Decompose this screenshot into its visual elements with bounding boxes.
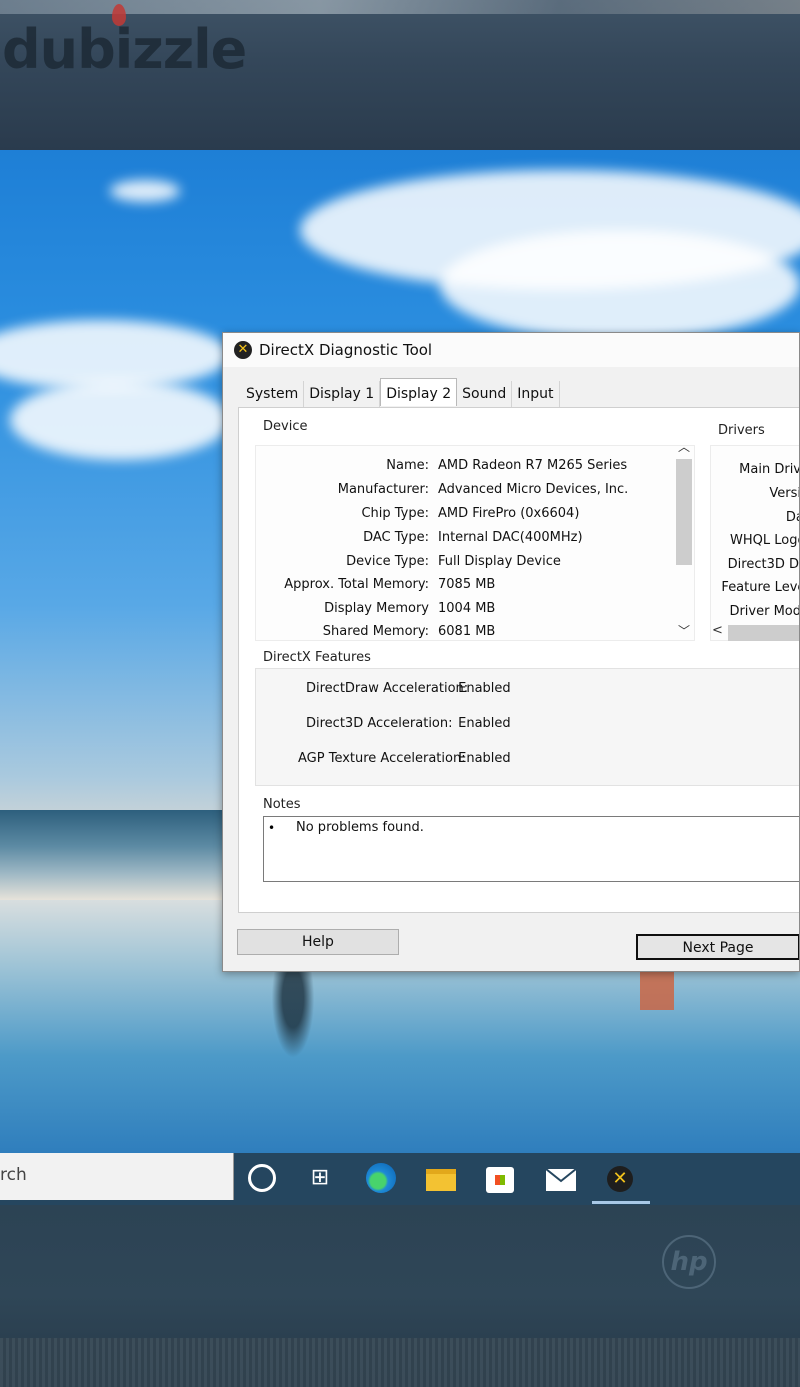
device-key: DAC Type:: [363, 530, 429, 545]
device-value: 7085 MB: [438, 577, 496, 592]
device-row: Name: AMD Radeon R7 M265 Series: [256, 458, 696, 476]
cloud: [110, 180, 180, 202]
scroll-left-icon[interactable]: <: [712, 623, 723, 638]
feature-value: Enabled: [458, 716, 511, 731]
driver-key: Dat: [785, 510, 799, 525]
device-key: Approx. Total Memory:: [284, 577, 429, 592]
device-group-label: Device: [263, 419, 308, 434]
tab-display-1[interactable]: Display 1: [304, 381, 381, 407]
device-value: Advanced Micro Devices, Inc.: [438, 482, 629, 497]
device-key: Shared Memory:: [322, 624, 429, 639]
cloud: [10, 380, 230, 460]
device-value: Full Display Device: [438, 554, 561, 569]
keyboard-edge: [0, 1338, 800, 1387]
feature-row: DirectDraw Acceleration: Enabled: [306, 681, 511, 696]
driver-key: Main Drive: [739, 462, 799, 477]
directx-diagnostic-window: ✕ DirectX Diagnostic Tool System Display…: [222, 332, 800, 972]
device-key: Display Memory: [324, 601, 429, 616]
device-value: Internal DAC(400MHz): [438, 530, 583, 545]
feature-key: Direct3D Acceleration:: [306, 716, 453, 731]
feature-value: Enabled: [458, 751, 511, 766]
scroll-up-icon[interactable]: ︿: [673, 437, 695, 457]
device-row: Device Type: Full Display Device: [256, 554, 696, 572]
device-row: Manufacturer: Advanced Micro Devices, In…: [256, 482, 696, 500]
device-scrollbar[interactable]: ︿ ﹀: [673, 437, 695, 641]
device-row: Approx. Total Memory: 7085 MB: [256, 577, 696, 595]
device-value: 6081 MB: [438, 624, 496, 639]
device-key: Manufacturer:: [337, 482, 429, 497]
notes-label: Notes: [263, 797, 301, 812]
watermark-logo: dubizzle: [2, 18, 247, 81]
feature-value: Enabled: [458, 681, 511, 696]
feature-row: AGP Texture Acceleration: Enabled: [298, 751, 511, 766]
task-view-icon[interactable]: ⊞: [305, 1163, 335, 1193]
active-app-indicator: [592, 1201, 650, 1204]
feature-key: AGP Texture Acceleration:: [298, 751, 466, 766]
driver-key: WHQL Logo': [730, 533, 799, 548]
directx-features-panel: DirectDraw Acceleration: Enabled Direct3…: [255, 668, 799, 786]
person-reflection: [268, 968, 318, 1068]
cortana-icon[interactable]: [248, 1164, 276, 1192]
taskbar-search-box[interactable]: rch: [0, 1153, 234, 1200]
directx-features-label: DirectX Features: [263, 650, 371, 665]
orange-reflection: [640, 970, 674, 1010]
next-page-button[interactable]: Next Page: [636, 934, 799, 960]
device-key: Device Type:: [346, 554, 429, 569]
search-text: rch: [0, 1165, 27, 1185]
directx-icon[interactable]: ✕: [607, 1166, 633, 1192]
directx-app-icon: ✕: [234, 341, 252, 359]
scroll-thumb[interactable]: [676, 459, 692, 565]
scroll-thumb[interactable]: [728, 625, 799, 641]
device-value: 1004 MB: [438, 601, 496, 616]
device-value: AMD FirePro (0x6604): [438, 506, 580, 521]
drivers-info-list: Main Drive Versio Dat WHQL Logo' Direct3…: [710, 445, 799, 641]
feature-key: DirectDraw Acceleration:: [306, 681, 469, 696]
edge-icon[interactable]: [366, 1163, 396, 1193]
device-info-list: Name: AMD Radeon R7 M265 Series Manufact…: [255, 445, 695, 641]
file-explorer-icon[interactable]: [426, 1169, 456, 1191]
driver-key: Feature Level: [721, 580, 799, 595]
notes-box[interactable]: • No problems found.: [263, 816, 799, 882]
device-row: Display Memory 1004 MB: [256, 601, 696, 619]
cloud: [440, 230, 800, 340]
scroll-down-icon[interactable]: ﹀: [673, 621, 695, 641]
tab-input[interactable]: Input: [512, 381, 560, 407]
device-row: Shared Memory: 6081 MB: [256, 624, 696, 642]
device-row: Chip Type: AMD FirePro (0x6604): [256, 506, 696, 524]
hp-logo: hp: [662, 1235, 716, 1289]
drivers-horizontal-scrollbar[interactable]: <: [710, 623, 799, 643]
driver-key: Direct3D DD: [727, 557, 799, 572]
laptop-bezel-top: dubizzle: [0, 0, 800, 150]
device-key: Name:: [386, 458, 429, 473]
device-value: AMD Radeon R7 M265 Series: [438, 458, 628, 473]
drivers-group-label: Drivers: [718, 423, 765, 438]
device-key: Chip Type:: [361, 506, 429, 521]
notes-text: No problems found.: [296, 820, 424, 835]
driver-key: Versio: [769, 486, 799, 501]
tab-system[interactable]: System: [241, 381, 305, 407]
window-title: DirectX Diagnostic Tool: [259, 341, 433, 359]
feature-row: Direct3D Acceleration: Enabled: [306, 716, 511, 731]
tab-sound[interactable]: Sound: [457, 381, 513, 407]
mail-icon[interactable]: [545, 1168, 577, 1191]
title-bar[interactable]: ✕ DirectX Diagnostic Tool: [223, 333, 799, 367]
tab-strip: System Display 1 Display 2 Sound Input: [241, 378, 560, 407]
taskbar: rch ⊞ ✕: [0, 1153, 800, 1205]
store-icon[interactable]: [486, 1167, 514, 1193]
sea: [0, 810, 230, 900]
tab-display-2[interactable]: Display 2: [380, 378, 458, 406]
driver-key: Driver Mode: [729, 604, 799, 619]
help-button[interactable]: Help: [237, 929, 399, 955]
device-row: DAC Type: Internal DAC(400MHz): [256, 530, 696, 548]
notes-bullet: •: [268, 821, 276, 835]
